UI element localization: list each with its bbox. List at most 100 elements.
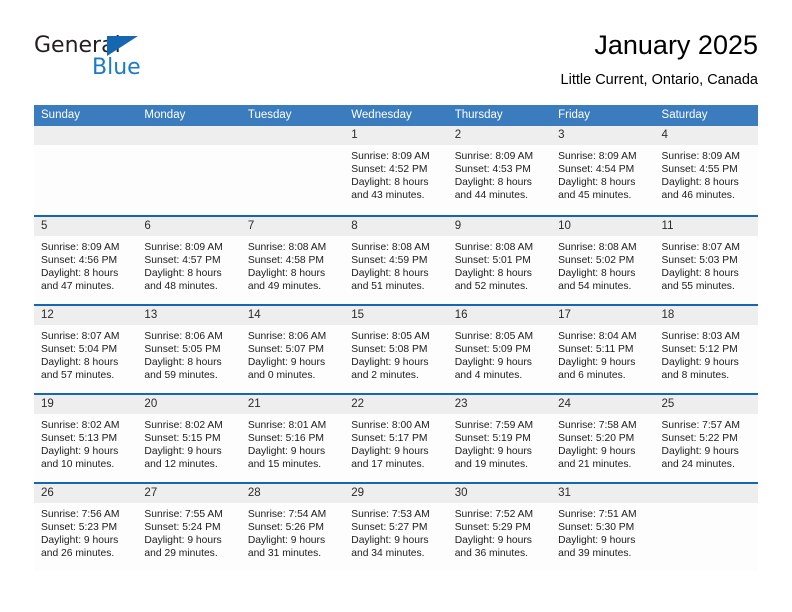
sunrise-text: Sunrise: 8:03 AM xyxy=(661,331,740,342)
day-number: 31 xyxy=(558,487,571,499)
daylight-text: and 31 minutes. xyxy=(247,548,322,560)
calendar-day-cell[interactable]: 31 Sunrise: 7:51 AM Sunset: 5:30 PM Dayligh… xyxy=(551,484,655,571)
calendar-day-cell[interactable]: 1 Sunrise: 8:09 AM Sunset: 4:52 PM Daylight… xyxy=(344,126,448,215)
calendar-day-cell[interactable]: 11 Sunrise: 8:07 AM Sunset: 5:03 PM Dayligh… xyxy=(654,217,758,304)
calendar-day-cell[interactable]: 21 Sunrise: 8:01 AM Sunset: 5:16 PM Dayligh… xyxy=(240,395,345,482)
weekday-header-row: Sunday Monday Tuesday Wednesday Thursday Frid… xyxy=(34,105,758,126)
sunset-text: Sunset: 4:54 PM xyxy=(558,164,635,176)
calendar-day-cell[interactable]: 7 Sunrise: 8:08 AM Sunset: 4:58 PM Daylight… xyxy=(240,217,345,304)
weekday-header-thursday: Thursday xyxy=(454,109,503,121)
day-number-band xyxy=(654,484,758,503)
day-details: Sunrise: 8:05 AM Sunset: 5:09 PM Daylight:… xyxy=(448,325,551,382)
day-details: Sunrise: 7:56 AM Sunset: 5:23 PM Daylight:… xyxy=(34,503,137,560)
day-number-band: 17 xyxy=(551,306,655,325)
day-details: Sunrise: 7:53 AM Sunset: 5:27 PM Daylight:… xyxy=(344,503,447,560)
calendar-day-cell[interactable]: 26 Sunrise: 7:56 AM Sunset: 5:23 PM Dayligh… xyxy=(34,484,138,571)
sunrise-text: Sunrise: 8:01 AM xyxy=(247,420,327,431)
daylight-text: and 4 minutes. xyxy=(454,370,523,382)
day-number: 27 xyxy=(144,487,158,499)
sunset-text: Sunset: 4:56 PM xyxy=(41,255,118,267)
sunset-text: Sunset: 5:17 PM xyxy=(351,433,428,445)
calendar-day-cell[interactable]: 5 Sunrise: 8:09 AM Sunset: 4:56 PM Daylight… xyxy=(34,217,138,304)
day-details: Sunrise: 7:54 AM Sunset: 5:26 PM Daylight:… xyxy=(241,503,344,560)
calendar-day-cell[interactable]: 23 Sunrise: 7:59 AM Sunset: 5:19 PM Dayligh… xyxy=(447,395,552,482)
sunset-text: Sunset: 5:08 PM xyxy=(351,344,428,356)
day-number-band: 7 xyxy=(240,217,345,236)
daylight-text: and 24 minutes. xyxy=(661,459,735,471)
calendar-day-cell[interactable]: 15 Sunrise: 8:05 AM Sunset: 5:08 PM Dayligh… xyxy=(344,306,448,393)
day-number-band xyxy=(34,126,138,145)
day-details: Sunrise: 7:51 AM Sunset: 5:30 PM Daylight:… xyxy=(551,503,654,560)
day-number: 26 xyxy=(41,487,54,499)
sunrise-text: Sunrise: 7:53 AM xyxy=(351,509,430,520)
calendar-day-cell[interactable]: 8 Sunrise: 8:08 AM Sunset: 4:59 PM Daylight… xyxy=(344,217,448,304)
calendar-day-cell[interactable]: 9 Sunrise: 8:08 AM Sunset: 5:01 PM Daylight… xyxy=(447,217,552,304)
calendar-day-cell[interactable]: 16 Sunrise: 8:05 AM Sunset: 5:09 PM Dayligh… xyxy=(447,306,552,393)
daylight-text: and 36 minutes. xyxy=(454,548,528,560)
daylight-text: and 46 minutes. xyxy=(661,190,735,202)
day-details: Sunrise: 8:08 AM Sunset: 4:59 PM Daylight:… xyxy=(344,236,447,293)
daylight-text: Daylight: 8 hours xyxy=(351,177,429,189)
calendar-day-cell[interactable]: 27 Sunrise: 7:55 AM Sunset: 5:24 PM Dayligh… xyxy=(137,484,241,571)
calendar-day-cell[interactable]: 17 Sunrise: 8:04 AM Sunset: 5:11 PM Dayligh… xyxy=(551,306,655,393)
sunset-text: Sunset: 5:26 PM xyxy=(247,522,324,534)
day-number-band: 23 xyxy=(447,395,552,414)
day-number-band: 21 xyxy=(240,395,345,414)
daylight-text: and 52 minutes. xyxy=(454,281,528,293)
day-number: 1 xyxy=(351,129,358,141)
day-number: 12 xyxy=(41,309,54,321)
day-number-band: 24 xyxy=(551,395,655,414)
daylight-text: Daylight: 8 hours xyxy=(41,357,119,369)
calendar-day-cell[interactable]: 4 Sunrise: 8:09 AM Sunset: 4:55 PM Daylight… xyxy=(654,126,758,215)
sunrise-text: Sunrise: 8:05 AM xyxy=(351,331,430,342)
day-number: 2 xyxy=(454,129,462,141)
day-details: Sunrise: 8:08 AM Sunset: 5:02 PM Daylight:… xyxy=(551,236,654,293)
daylight-text: Daylight: 8 hours xyxy=(454,268,532,280)
calendar-page: General Blue January 2025 Little Current… xyxy=(0,0,792,612)
daylight-text: and 57 minutes. xyxy=(41,370,115,382)
calendar-day-cell[interactable]: 14 Sunrise: 8:06 AM Sunset: 5:07 PM Dayligh… xyxy=(240,306,345,393)
calendar-day-cell[interactable]: 3 Sunrise: 8:09 AM Sunset: 4:54 PM Daylight… xyxy=(551,126,655,215)
calendar-day-cell[interactable]: 12 Sunrise: 8:07 AM Sunset: 5:04 PM Dayligh… xyxy=(34,306,138,393)
calendar-day-cell[interactable]: 28 Sunrise: 7:54 AM Sunset: 5:26 PM Dayligh… xyxy=(240,484,345,571)
calendar-day-cell[interactable]: 18 Sunrise: 8:03 AM Sunset: 5:12 PM Dayligh… xyxy=(654,306,758,393)
calendar-day-cell[interactable]: 19 Sunrise: 8:02 AM Sunset: 5:13 PM Dayligh… xyxy=(34,395,138,482)
brand-logo[interactable]: General Blue xyxy=(34,33,254,91)
title-block: January 2025 Little Current, Ontario, Ca… xyxy=(561,28,758,90)
calendar-day-cell[interactable]: 22 Sunrise: 8:00 AM Sunset: 5:17 PM Dayligh… xyxy=(344,395,448,482)
daylight-text: and 19 minutes. xyxy=(454,459,528,471)
day-details: Sunrise: 7:59 AM Sunset: 5:19 PM Daylight:… xyxy=(448,414,551,471)
calendar-day-cell[interactable]: 6 Sunrise: 8:09 AM Sunset: 4:57 PM Daylight… xyxy=(137,217,241,304)
day-number-band: 12 xyxy=(34,306,138,325)
calendar-day-cell[interactable]: 13 Sunrise: 8:06 AM Sunset: 5:05 PM Dayligh… xyxy=(137,306,241,393)
daylight-text: Daylight: 9 hours xyxy=(351,446,429,458)
calendar-weeks: 1 Sunrise: 8:09 AM Sunset: 4:52 PM Daylight… xyxy=(34,126,758,571)
daylight-text: and 0 minutes. xyxy=(247,370,316,382)
calendar-day-cell[interactable]: 30 Sunrise: 7:52 AM Sunset: 5:29 PM Dayligh… xyxy=(447,484,552,571)
sunrise-text: Sunrise: 8:08 AM xyxy=(558,242,637,253)
sunrise-text: Sunrise: 7:54 AM xyxy=(247,509,327,520)
daylight-text: Daylight: 8 hours xyxy=(144,357,222,369)
calendar-day-cell[interactable]: 24 Sunrise: 7:58 AM Sunset: 5:20 PM Dayligh… xyxy=(551,395,655,482)
calendar-day-cell[interactable]: 20 Sunrise: 8:02 AM Sunset: 5:15 PM Dayligh… xyxy=(137,395,241,482)
day-number-band: 18 xyxy=(654,306,758,325)
day-number-band: 27 xyxy=(137,484,241,503)
calendar-day-cell[interactable]: 2 Sunrise: 8:09 AM Sunset: 4:53 PM Daylight… xyxy=(447,126,552,215)
day-number-band: 5 xyxy=(34,217,138,236)
daylight-text: and 6 minutes. xyxy=(558,370,626,382)
daylight-text: Daylight: 8 hours xyxy=(41,268,119,280)
day-number: 14 xyxy=(247,309,261,321)
calendar-day-cell[interactable]: 29 Sunrise: 7:53 AM Sunset: 5:27 PM Dayligh… xyxy=(344,484,448,571)
day-number: 20 xyxy=(144,398,158,410)
daylight-text: and 29 minutes. xyxy=(144,548,218,560)
sunrise-text: Sunrise: 8:09 AM xyxy=(558,151,637,162)
sunset-text: Sunset: 4:57 PM xyxy=(144,255,221,267)
daylight-text: Daylight: 8 hours xyxy=(454,177,532,189)
calendar-day-cell[interactable]: 25 Sunrise: 7:57 AM Sunset: 5:22 PM Dayligh… xyxy=(654,395,758,482)
sunset-text: Sunset: 5:13 PM xyxy=(41,433,118,445)
sunset-text: Sunset: 5:23 PM xyxy=(41,522,118,534)
calendar-day-cell[interactable]: 10 Sunrise: 8:08 AM Sunset: 5:02 PM Dayligh… xyxy=(551,217,655,304)
calendar-week-row: 12 Sunrise: 8:07 AM Sunset: 5:04 PM Dayligh… xyxy=(34,304,758,393)
day-number-band: 29 xyxy=(344,484,448,503)
day-details: Sunrise: 8:02 AM Sunset: 5:15 PM Daylight:… xyxy=(137,414,240,471)
